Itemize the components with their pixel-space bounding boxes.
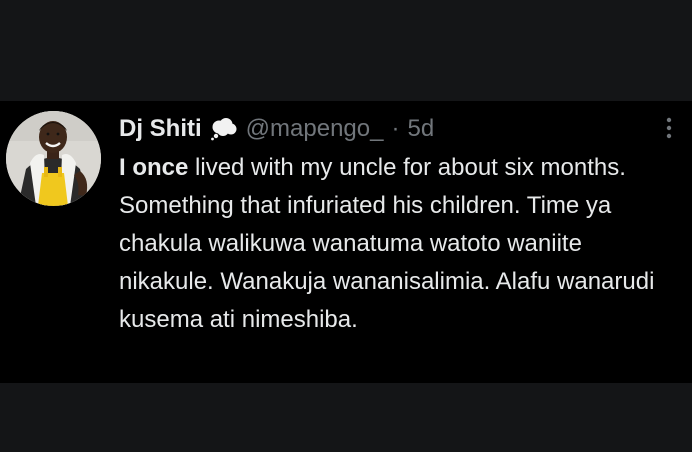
vertical-ellipsis-icon[interactable] — [664, 116, 674, 140]
tweet-text: I once lived with my uncle for about six… — [119, 149, 659, 339]
header-separator: · — [391, 115, 400, 142]
tweet-card[interactable]: Dj Shiti @mapengo_ · 5d I once lived wit… — [0, 101, 692, 383]
author-name[interactable]: Dj Shiti — [119, 113, 202, 145]
tweet-text-bold: I once — [119, 154, 189, 181]
thought-bubble-icon — [209, 117, 239, 141]
author-handle[interactable]: @mapengo_ — [246, 113, 384, 145]
tweet-text-rest: lived with my uncle for about six months… — [119, 154, 655, 333]
tweet-timestamp[interactable]: 5d — [407, 113, 434, 145]
profile-photo-icon — [6, 111, 101, 206]
avatar[interactable] — [6, 111, 101, 206]
tweet-header: Dj Shiti @mapengo_ · 5d — [119, 113, 434, 145]
bottom-background — [0, 383, 692, 452]
top-background — [0, 0, 692, 101]
